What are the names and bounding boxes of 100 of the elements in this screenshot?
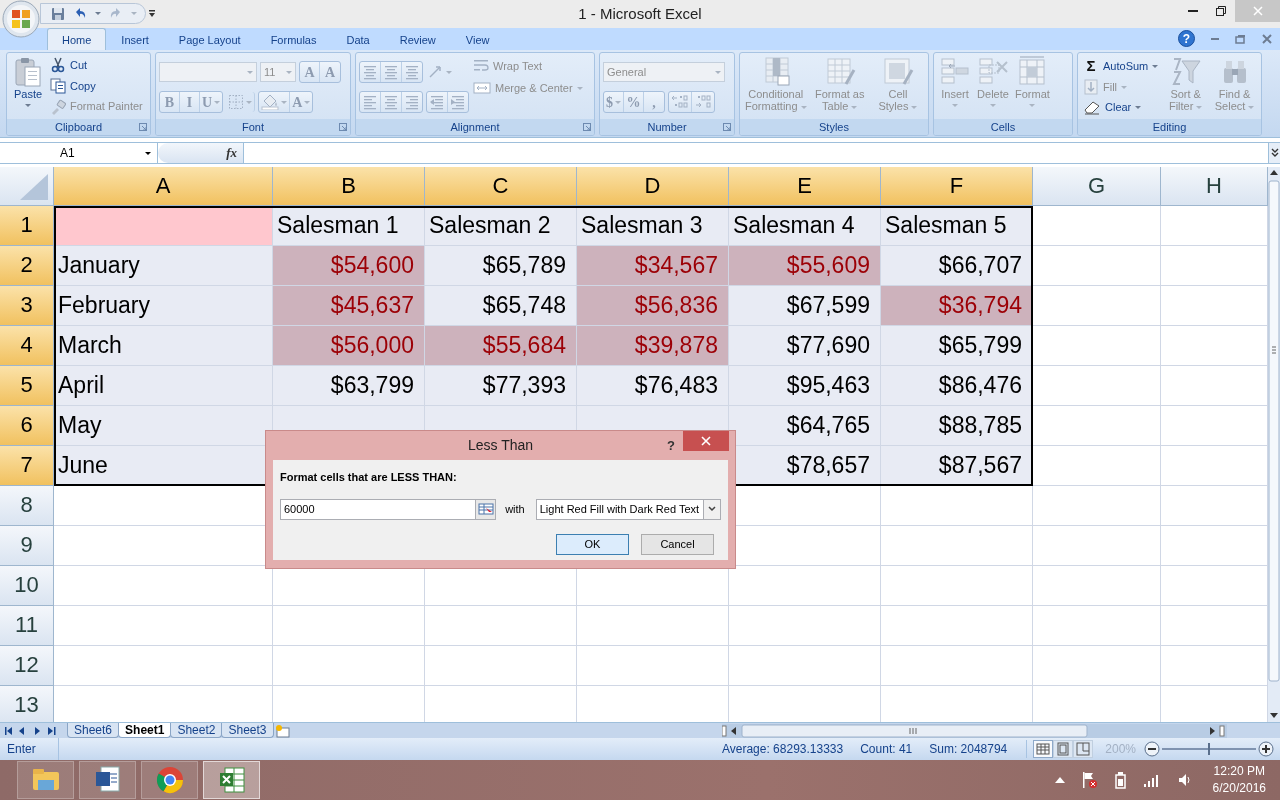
column-header[interactable]: E — [729, 167, 881, 206]
table-cell[interactable]: $56,000 — [273, 326, 425, 366]
table-cell[interactable]: $36,794 — [881, 286, 1033, 326]
row-header[interactable]: 3 — [0, 286, 54, 326]
table-cell[interactable] — [1033, 406, 1161, 446]
clock-date[interactable]: 6/20/2016 — [1212, 780, 1266, 797]
table-cell[interactable] — [1033, 486, 1161, 526]
table-cell[interactable] — [1033, 446, 1161, 486]
table-cell[interactable]: $54,600 — [273, 246, 425, 286]
table-cell[interactable] — [577, 646, 729, 686]
table-cell[interactable]: Salesman 4 — [729, 206, 881, 246]
table-cell[interactable] — [1033, 286, 1161, 326]
table-cell[interactable] — [1033, 646, 1161, 686]
table-cell[interactable] — [425, 606, 577, 646]
select-all-button[interactable] — [0, 167, 54, 206]
table-cell[interactable]: $76,483 — [577, 366, 729, 406]
column-header[interactable]: B — [273, 167, 425, 206]
save-icon[interactable] — [51, 6, 65, 21]
row-header[interactable]: 9 — [0, 526, 54, 566]
column-header[interactable]: G — [1033, 167, 1161, 206]
view-button[interactable] — [1053, 740, 1074, 758]
flag-icon[interactable] — [1080, 771, 1097, 789]
ribbon-tab[interactable]: Formulas — [255, 28, 332, 50]
table-cell[interactable] — [729, 646, 881, 686]
table-cell[interactable] — [54, 206, 273, 246]
row-header[interactable]: 11 — [0, 606, 54, 646]
table-cell[interactable]: $66,707 — [881, 246, 1033, 286]
dialog-launcher-icon[interactable] — [583, 123, 591, 131]
customize-toolbar-icon[interactable] — [148, 9, 156, 19]
restore-icon[interactable] — [1235, 33, 1246, 44]
taskbar-button[interactable] — [141, 761, 198, 799]
table-cell[interactable] — [881, 566, 1033, 606]
table-cell[interactable] — [273, 606, 425, 646]
ribbon-button[interactable]: Clear — [1081, 97, 1161, 117]
battery-icon[interactable] — [1112, 771, 1127, 789]
value-field[interactable]: 60000 — [280, 498, 497, 520]
sheet-tab[interactable]: Sheet6 — [67, 723, 120, 738]
table-cell[interactable]: Salesman 3 — [577, 206, 729, 246]
name-box[interactable]: A1 — [0, 143, 158, 163]
insert-sheet-icon[interactable] — [273, 723, 292, 738]
table-cell[interactable]: $39,878 — [577, 326, 729, 366]
table-cell[interactable]: $77,393 — [425, 366, 577, 406]
column-header[interactable]: F — [881, 167, 1033, 206]
table-cell[interactable] — [729, 606, 881, 646]
table-cell[interactable]: $65,789 — [425, 246, 577, 286]
range-picker-icon[interactable] — [477, 503, 494, 515]
table-cell[interactable]: $45,637 — [273, 286, 425, 326]
ribbon-button[interactable]: Copy — [48, 75, 145, 97]
dialog-launcher-icon[interactable] — [139, 123, 147, 131]
table-cell[interactable]: $63,799 — [273, 366, 425, 406]
ribbon-tab[interactable]: Review — [384, 28, 451, 50]
table-cell[interactable]: $67,599 — [729, 286, 881, 326]
clock-time[interactable]: 12:20 PM — [1213, 763, 1265, 780]
vertical-scrollbar[interactable] — [1268, 167, 1280, 722]
table-cell[interactable] — [881, 526, 1033, 566]
table-cell[interactable] — [1033, 246, 1161, 286]
table-cell[interactable]: Salesman 1 — [273, 206, 425, 246]
table-cell[interactable] — [1033, 366, 1161, 406]
speaker-icon[interactable] — [1176, 772, 1193, 788]
row-header[interactable]: 2 — [0, 246, 54, 286]
table-cell[interactable] — [1033, 526, 1161, 566]
view-button[interactable] — [1033, 740, 1054, 758]
row-header[interactable]: 4 — [0, 326, 54, 366]
dialog-launcher-icon[interactable] — [723, 123, 731, 131]
table-cell[interactable]: $77,690 — [729, 326, 881, 366]
row-header[interactable]: 10 — [0, 566, 54, 606]
insert-function-button[interactable]: fx — [226, 143, 237, 163]
table-cell[interactable]: May — [54, 406, 273, 446]
dialog-button[interactable]: OK — [556, 533, 629, 555]
help-button[interactable]: ? — [1178, 30, 1195, 47]
table-cell[interactable] — [54, 646, 273, 686]
sheet-tab[interactable]: Sheet3 — [221, 723, 274, 738]
table-cell[interactable]: $88,785 — [881, 406, 1033, 446]
table-cell[interactable]: $34,567 — [577, 246, 729, 286]
ribbon-button[interactable]: Cut — [48, 55, 145, 76]
table-cell[interactable]: $86,476 — [881, 366, 1033, 406]
zoom-out-icon[interactable] — [1144, 741, 1160, 757]
row-header[interactable]: 5 — [0, 366, 54, 406]
table-cell[interactable]: $95,463 — [729, 366, 881, 406]
table-cell[interactable]: Salesman 2 — [425, 206, 577, 246]
sheet-tab[interactable]: Sheet2 — [170, 723, 223, 738]
close-icon[interactable] — [1262, 33, 1272, 44]
row-header[interactable]: 12 — [0, 646, 54, 686]
table-cell[interactable] — [1033, 606, 1161, 646]
table-cell[interactable]: $56,836 — [577, 286, 729, 326]
help-button[interactable]: ? — [667, 436, 675, 456]
table-cell[interactable]: $55,609 — [729, 246, 881, 286]
row-header[interactable]: 8 — [0, 486, 54, 526]
table-cell[interactable] — [881, 646, 1033, 686]
view-button[interactable] — [1073, 740, 1094, 758]
column-header[interactable]: A — [54, 167, 273, 206]
sheet-tab[interactable]: Sheet1 — [118, 723, 172, 738]
table-cell[interactable] — [1033, 326, 1161, 366]
table-cell[interactable] — [1033, 566, 1161, 606]
expand-button[interactable] — [1268, 143, 1280, 163]
table-cell[interactable]: April — [54, 366, 273, 406]
table-cell[interactable] — [54, 606, 273, 646]
table-cell[interactable]: $65,799 — [881, 326, 1033, 366]
column-header[interactable]: D — [577, 167, 729, 206]
zoom-in-icon[interactable] — [1258, 741, 1274, 757]
